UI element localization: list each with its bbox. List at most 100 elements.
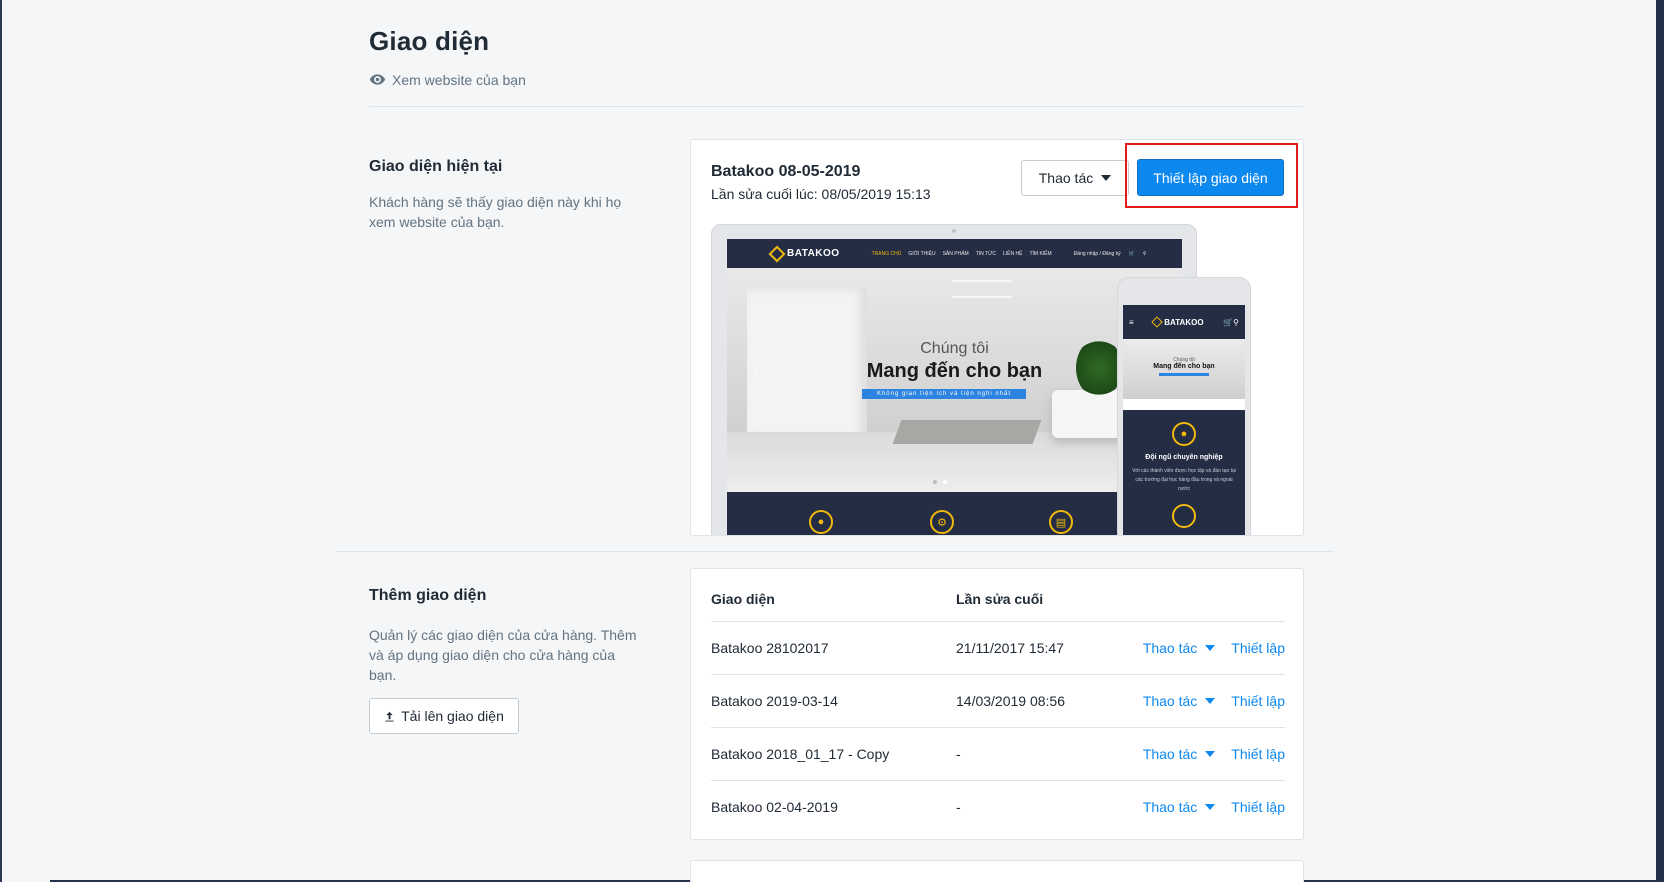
row-operations: Thao tác Thiết lập <box>1143 693 1285 709</box>
right-edge-bar <box>1656 0 1664 882</box>
theme-name-cell: Batakoo 2019-03-14 <box>711 693 838 709</box>
next-card <box>690 860 1304 882</box>
preview-nav-item: TIN TỨC <box>975 250 996 257</box>
logo-diamond-icon <box>1151 316 1163 328</box>
left-edge-bar <box>0 0 2 882</box>
mobile-logo-text: BATAKOO <box>1164 317 1204 327</box>
mobile-hero-bar <box>1159 373 1209 376</box>
preview-nav-item: SẢN PHẨM <box>942 250 969 257</box>
row-operations: Thao tác Thiết lập <box>1143 799 1285 815</box>
mobile-preview: ≡ BATAKOO 🛒⚲ Chúng tôi Mang đến cho bạn … <box>1117 277 1251 535</box>
theme-name-cell: Batakoo 02-04-2019 <box>711 799 838 815</box>
cart-search-icons: 🛒⚲ <box>1223 317 1239 327</box>
mobile-preview-hero: Chúng tôi Mang đến cho bạn <box>1123 339 1245 399</box>
row-actions-label: Thao tác <box>1142 693 1198 709</box>
theme-edited-cell: - <box>956 746 961 762</box>
preview-hero-bar: Không gian tiện ích và tiện nghi nhất <box>862 389 1026 399</box>
gears-icon <box>1172 504 1196 528</box>
theme-actions-dropdown[interactable]: Thao tác <box>1021 160 1129 196</box>
carousel-dots <box>933 480 947 484</box>
preview-nav-item: TÌM KIẾM <box>1029 250 1052 257</box>
setup-theme-button[interactable]: Thiết lập giao diện <box>1137 159 1284 196</box>
preview-login-text: Đăng nhập / Đăng ký <box>1073 250 1121 257</box>
upload-theme-label: Tải lên giao diện <box>401 708 504 724</box>
caret-down-icon <box>1101 175 1112 181</box>
document-icon: ▤ <box>1049 510 1073 534</box>
page-header: Giao diện Xem website của bạn <box>369 26 1303 88</box>
current-theme-section-desc: Khách hàng sẽ thấy giao diện này khi họ … <box>369 194 622 230</box>
carousel-dot <box>943 480 947 484</box>
current-theme-info: Giao diện hiện tại Khách hàng sẽ thấy gi… <box>369 158 639 232</box>
row-operations: Thao tác Thiết lập <box>1143 640 1285 656</box>
preview-features: ● ⚙ ▤ <box>727 492 1182 535</box>
theme-edited-cell: - <box>956 799 961 815</box>
mobile-preview-screen: ≡ BATAKOO 🛒⚲ Chúng tôi Mang đến cho bạn … <box>1123 305 1245 535</box>
upload-icon <box>385 711 394 722</box>
row-setup-link[interactable]: Thiết lập <box>1231 746 1285 762</box>
table-row: Batakoo 2019-03-14 14/03/2019 08:56 Thao… <box>711 674 1285 727</box>
preview-logo: BATAKOO <box>768 245 840 262</box>
view-website-label: Xem website của bạn <box>392 71 526 88</box>
preview-logo-text: BATAKOO <box>787 248 840 259</box>
team-icon: ● <box>809 510 833 534</box>
themes-info: Thêm giao diện Quản lý các giao diện của… <box>369 587 639 734</box>
desktop-preview-screen: BATAKOO TRANG CHỦ GIỚI THIỆU SẢN PHẨM TI… <box>727 239 1182 535</box>
theme-name-cell: Batakoo 2018_01_17 - Copy <box>711 746 890 762</box>
carousel-dot <box>933 480 937 484</box>
theme-name-cell: Batakoo 28102017 <box>711 640 829 656</box>
camera-dot <box>952 229 956 233</box>
table-row: Batakoo 02-04-2019 - Thao tác Thiết lập <box>711 780 1285 833</box>
preview-hero: ‹ Chúng tôi Mang đến cho bạn Không gian … <box>727 268 1182 492</box>
gears-icon: ⚙ <box>930 510 954 534</box>
header-divider <box>369 106 1303 107</box>
theme-actions-label: Thao tác <box>1038 170 1094 186</box>
theme-edited-cell: 14/03/2019 08:56 <box>956 693 1065 709</box>
logo-diamond-icon <box>768 245 786 262</box>
hero-decor <box>892 420 1042 444</box>
row-actions-label: Thao tác <box>1142 799 1198 815</box>
row-actions-dropdown[interactable]: Thao tác <box>1142 693 1216 709</box>
row-actions-dropdown[interactable]: Thao tác <box>1142 640 1216 656</box>
caret-down-icon <box>1205 645 1216 651</box>
row-actions-dropdown[interactable]: Thao tác <box>1142 746 1216 762</box>
table-row: Batakoo 2018_01_17 - Copy - Thao tác Thi… <box>711 727 1285 780</box>
row-actions-label: Thao tác <box>1142 746 1198 762</box>
view-website-link[interactable]: Xem website của bạn <box>369 71 1303 88</box>
preview-nav-item: TRANG CHỦ <box>871 250 902 257</box>
current-theme-card: Batakoo 08-05-2019 Lần sửa cuối lúc: 08/… <box>690 139 1304 536</box>
section-divider <box>336 551 1334 552</box>
caret-down-icon <box>1205 698 1216 704</box>
themes-section-title: Thêm giao diện <box>369 587 487 604</box>
preview-hero-big: Mang đến cho bạn <box>866 360 1043 382</box>
row-actions-dropdown[interactable]: Thao tác <box>1142 799 1216 815</box>
cart-icon: 🛒 <box>1128 250 1135 257</box>
mobile-feature-desc: Với các thành viên được học tập và đào t… <box>1132 468 1236 492</box>
hamburger-icon: ≡ <box>1129 317 1134 327</box>
row-actions-label: Thao tác <box>1142 640 1198 656</box>
upload-theme-button[interactable]: Tải lên giao diện <box>369 698 519 734</box>
preview-nav-item: LIÊN HỆ <box>1003 250 1023 257</box>
row-setup-link[interactable]: Thiết lập <box>1231 693 1285 709</box>
current-theme-last-edited: Lần sửa cuối lúc: 08/05/2019 15:13 <box>711 186 931 202</box>
current-theme-name: Batakoo 08-05-2019 <box>711 163 861 180</box>
preview-nav-item: GIỚI THIỆU <box>908 250 936 257</box>
eye-icon <box>369 74 386 85</box>
hero-decor <box>952 280 1012 298</box>
preview-nav: BATAKOO TRANG CHỦ GIỚI THIỆU SẢN PHẨM TI… <box>727 239 1182 268</box>
page-title: Giao diện <box>369 26 490 56</box>
caret-down-icon <box>1205 751 1216 757</box>
row-setup-link[interactable]: Thiết lập <box>1231 640 1285 656</box>
search-icon: ⚲ <box>1142 250 1147 257</box>
mobile-preview-nav: ≡ BATAKOO 🛒⚲ <box>1123 305 1245 339</box>
mobile-feature-title: Đội ngũ chuyên nghiệp <box>1145 454 1223 461</box>
mobile-spacer <box>1123 399 1245 410</box>
caret-down-icon <box>1205 804 1216 810</box>
row-setup-link[interactable]: Thiết lập <box>1231 799 1285 815</box>
mobile-hero-big: Mang đến cho bạn <box>1153 363 1215 370</box>
preview-nav-items: TRANG CHỦ GIỚI THIỆU SẢN PHẨM TIN TỨC LI… <box>872 251 1052 257</box>
preview-nav-tail: Đăng nhập / Đăng ký 🛒 ⚲ <box>1074 251 1147 257</box>
table-row: Batakoo 28102017 21/11/2017 15:47 Thao t… <box>711 621 1285 674</box>
row-operations: Thao tác Thiết lập <box>1143 746 1285 762</box>
current-theme-section-title: Giao diện hiện tại <box>369 158 503 175</box>
preview-hero-small: Chúng tôi <box>920 340 989 357</box>
